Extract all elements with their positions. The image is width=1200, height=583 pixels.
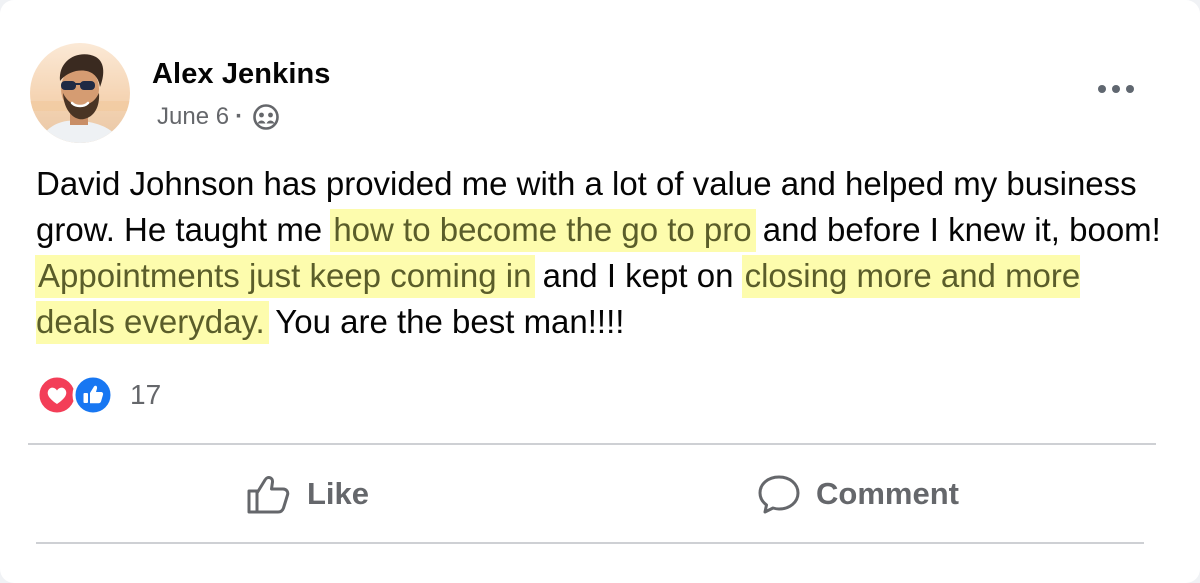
- divider: [28, 443, 1156, 445]
- more-options-icon: [1098, 85, 1134, 93]
- comment-bubble-icon: [758, 475, 800, 514]
- author-name[interactable]: Alex Jenkins: [152, 58, 331, 91]
- like-button[interactable]: Like: [245, 466, 369, 522]
- post-meta: June 6 ·: [157, 102, 281, 132]
- meta-separator: ·: [235, 103, 244, 130]
- post-text-segment: You are the best man!!!!: [266, 303, 625, 340]
- more-options-button[interactable]: [1092, 72, 1140, 106]
- thumbs-up-icon: [247, 476, 290, 514]
- highlighted-text: Appointments just keep coming in: [35, 255, 536, 298]
- comment-label: Comment: [816, 476, 959, 511]
- post-text-segment: and I kept on: [533, 257, 743, 294]
- like-label: Like: [307, 476, 370, 511]
- post-text-segment: and before I knew it, boom!: [753, 211, 1161, 248]
- author-avatar[interactable]: [30, 43, 130, 143]
- reaction-count: 17: [130, 379, 162, 410]
- comment-button[interactable]: Comment: [756, 466, 959, 522]
- like-reaction-icon: [72, 374, 114, 416]
- reactions-summary[interactable]: 17: [36, 374, 161, 416]
- divider: [36, 542, 1144, 544]
- friends-icon[interactable]: [251, 102, 281, 132]
- post-body: David Johnson has provided me with a lot…: [35, 161, 1166, 345]
- post-date[interactable]: June 6: [157, 103, 229, 131]
- post-card: Alex Jenkins June 6 · David Johnson has …: [0, 0, 1200, 583]
- highlighted-text: how to become the go to pro: [330, 209, 756, 252]
- avatar-photo: [30, 43, 130, 143]
